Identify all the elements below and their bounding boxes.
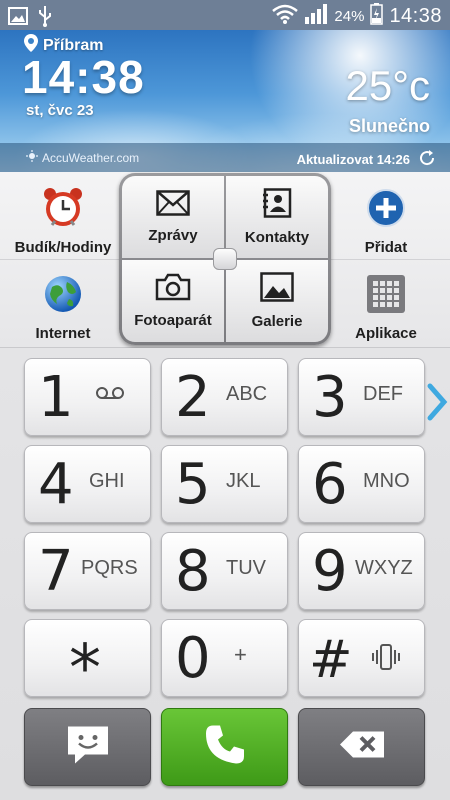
key-digit: 2 <box>175 365 211 430</box>
message-icon <box>65 724 111 771</box>
vibrate-icon <box>371 642 401 677</box>
shortcut-messages[interactable]: Zprávy <box>122 176 224 258</box>
call-icon <box>203 723 247 772</box>
shortcut-gallery-label: Galerie <box>251 313 303 330</box>
wifi-icon <box>272 4 299 29</box>
key-letters: MNO <box>363 470 410 492</box>
temperature: 25°c <box>345 62 430 109</box>
key-1[interactable]: 1 <box>24 358 151 436</box>
key-letters: GHI <box>89 470 125 492</box>
key-digit: 4 <box>38 452 74 517</box>
camera-icon <box>155 273 191 306</box>
key-4[interactable]: 4 GHI <box>24 445 151 523</box>
key-digit: 0 <box>175 626 211 691</box>
shortcut-alarm[interactable]: Budík/Hodiny <box>8 186 118 256</box>
key-0[interactable]: 0 + <box>161 619 288 697</box>
brand-text: AccuWeather.com <box>42 150 140 165</box>
weather-condition: Slunečno <box>348 116 430 136</box>
usb-icon <box>38 5 52 32</box>
backspace-button[interactable] <box>298 708 425 786</box>
key-5[interactable]: 5 JKL <box>161 445 288 523</box>
key-8[interactable]: 8 TUV <box>161 532 288 610</box>
key-digit: * <box>69 632 101 706</box>
key-digit: 8 <box>175 539 211 604</box>
key-letters: + <box>234 642 247 667</box>
accuweather-brand: AccuWeather.com <box>26 150 139 165</box>
contacts-book-icon <box>262 188 292 223</box>
shortcut-contacts[interactable]: Kontakty <box>226 176 328 258</box>
shortcut-add-label: Přidat <box>364 239 408 256</box>
key-letters: TUV <box>226 557 266 579</box>
key-digit: 3 <box>312 365 348 430</box>
backspace-icon <box>339 731 385 764</box>
sun-logo-icon <box>26 150 38 165</box>
signal-icon <box>304 3 328 30</box>
chevron-right-icon[interactable] <box>424 382 450 422</box>
refresh-icon[interactable] <box>418 149 436 170</box>
weather-widget[interactable]: Příbram 14:38 st, čvc 23 25°c Slunečno A… <box>0 30 450 172</box>
key-letters: PQRS <box>81 557 138 579</box>
shortcut-camera[interactable]: Fotoaparát <box>122 260 224 342</box>
dial-keypad: 1 2 ABC 3 DEF 4 GHI 5 JKL 6 MNO 7 PQRS 8… <box>0 348 450 800</box>
key-digit: 7 <box>38 539 74 604</box>
envelope-icon <box>156 190 190 221</box>
voicemail-icon <box>95 385 125 406</box>
key-letters: JKL <box>226 470 261 492</box>
key-hash[interactable]: # <box>298 619 425 697</box>
battery-percent: 24% <box>334 8 365 25</box>
key-digit: 6 <box>312 452 348 517</box>
key-digit: 9 <box>312 539 348 604</box>
widget-clock: 14:38 <box>22 51 145 103</box>
key-star[interactable]: * <box>24 619 151 706</box>
shortcut-internet[interactable]: Internet <box>8 274 118 342</box>
alarm-clock-icon <box>42 186 84 233</box>
apps-grid-icon <box>366 274 406 319</box>
key-7[interactable]: 7 PQRS <box>24 532 151 610</box>
key-digit: 1 <box>38 365 74 430</box>
key-digit: 5 <box>175 452 211 517</box>
key-letters: WXYZ <box>355 557 413 579</box>
key-3[interactable]: 3 DEF <box>298 358 425 436</box>
battery-charging-icon <box>370 3 384 30</box>
shortcut-add[interactable]: Přidat <box>331 188 441 256</box>
key-letters: DEF <box>363 383 403 405</box>
update-label: Aktualizovat 14:26 <box>296 152 410 167</box>
status-time: 14:38 <box>389 5 442 27</box>
shortcut-gallery[interactable]: Galerie <box>226 260 328 342</box>
shortcut-camera-label: Fotoaparát <box>134 312 212 329</box>
message-button[interactable] <box>24 708 151 786</box>
key-letters: ABC <box>226 383 268 405</box>
shortcut-apps-label: Aplikace <box>355 325 417 342</box>
update-button[interactable]: Aktualizovat 14:26 <box>297 149 436 170</box>
shortcut-apps[interactable]: Aplikace <box>331 274 441 342</box>
key-2[interactable]: 2 ABC <box>161 358 288 436</box>
pad-center-knob <box>213 248 237 270</box>
widget-date: st, čvc 23 <box>26 102 94 119</box>
shortcut-contacts-label: Kontakty <box>244 229 310 246</box>
add-icon <box>366 188 406 233</box>
key-9[interactable]: 9 WXYZ <box>298 532 425 610</box>
shortcut-alarm-label: Budík/Hodiny <box>14 239 112 256</box>
globe-icon <box>43 274 83 319</box>
key-digit: # <box>309 630 353 690</box>
shortcut-messages-label: Zprávy <box>148 227 198 244</box>
quick-launch-pad: Zprávy Kontakty Fotoaparát Galerie <box>119 173 331 345</box>
key-6[interactable]: 6 MNO <box>298 445 425 523</box>
status-bar: 24% 14:38 <box>0 0 450 30</box>
call-button[interactable] <box>161 708 288 786</box>
gallery-icon <box>260 272 294 307</box>
shortcut-internet-label: Internet <box>35 325 91 342</box>
weather-footer: AccuWeather.com Aktualizovat 14:26 <box>0 143 450 172</box>
image-icon <box>8 7 28 30</box>
